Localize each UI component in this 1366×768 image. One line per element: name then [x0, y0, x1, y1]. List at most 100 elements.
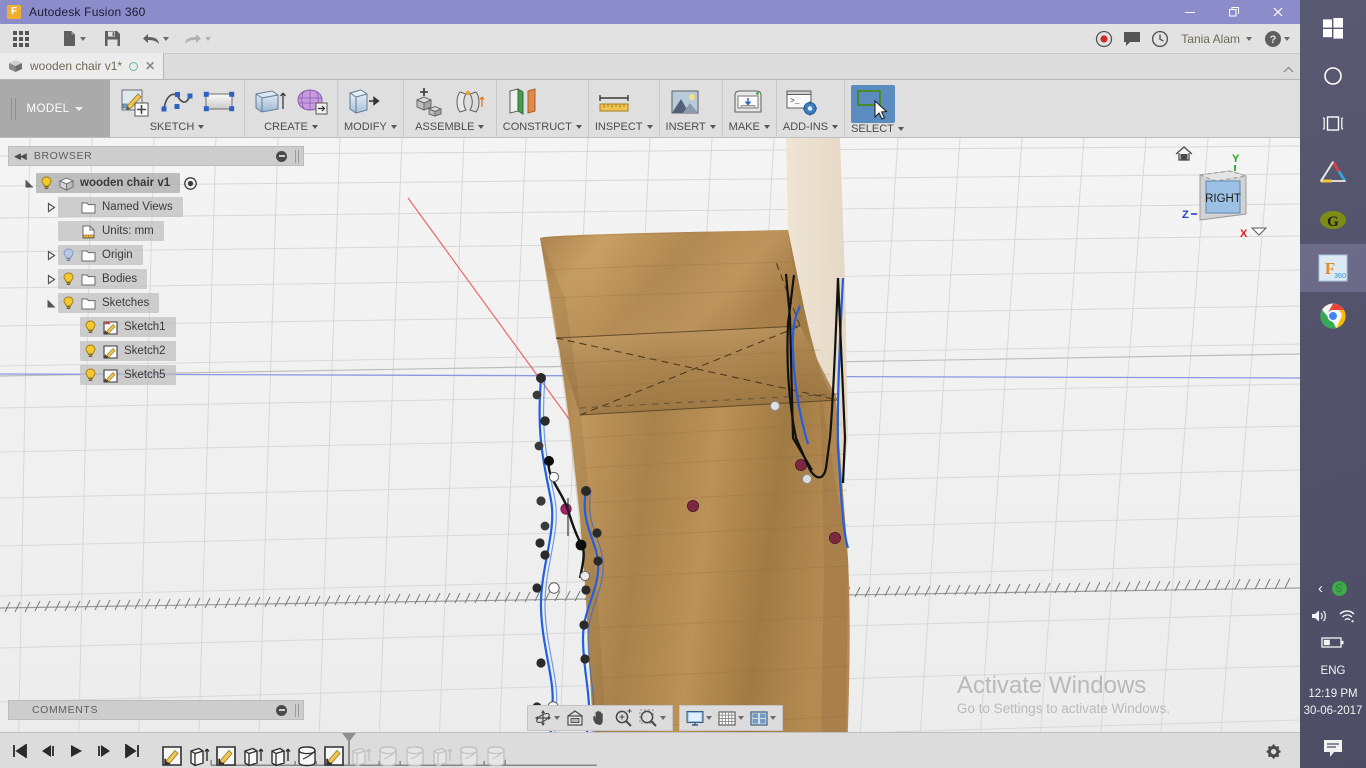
sidebar-item-sketch5[interactable]: Sketch5: [8, 363, 304, 387]
sidebar-item-sketches[interactable]: Sketches: [8, 291, 304, 315]
comment-button[interactable]: [1119, 26, 1145, 52]
ribbon-group-label-insert[interactable]: INSERT: [666, 119, 716, 135]
add-comment-icon[interactable]: [276, 704, 287, 716]
save-button[interactable]: [100, 26, 125, 52]
display-settings-icon[interactable]: [683, 706, 715, 730]
ribbon-group-label-modify[interactable]: MODIFY: [344, 119, 397, 135]
expand-triangle-closed-icon[interactable]: [44, 273, 58, 285]
ribbon-group-label-create[interactable]: CREATE: [251, 119, 331, 135]
3d-viewport[interactable]: ◀◀ BROWSER wooden chair v1 Named Views Uni…: [0, 138, 1300, 768]
expand-triangle-open-icon[interactable]: [22, 178, 36, 189]
account-menu[interactable]: Tania Alam: [1175, 32, 1258, 46]
sidebar-item-bodies[interactable]: Bodies: [8, 267, 304, 291]
language-indicator[interactable]: ENG: [1300, 655, 1366, 680]
new-file-button[interactable]: [58, 26, 90, 52]
look-at-icon[interactable]: [563, 706, 587, 730]
taskbar-start-button[interactable]: [1300, 4, 1366, 52]
panel-minimize-icon[interactable]: [276, 150, 287, 162]
collapse-icon[interactable]: ◀◀: [14, 151, 27, 162]
sidebar-item-sketch2[interactable]: Sketch2: [8, 339, 304, 363]
taskbar-cortana-button[interactable]: [1300, 52, 1366, 100]
panel-grip[interactable]: [294, 703, 300, 717]
close-button[interactable]: [1256, 0, 1300, 24]
ribbon-group-label-sketch[interactable]: SKETCH: [116, 119, 238, 135]
taskbar-autodesk-item[interactable]: [1300, 148, 1366, 196]
insert-image-icon[interactable]: [666, 85, 704, 119]
pan-icon[interactable]: [587, 706, 611, 730]
skype-icon[interactable]: S: [1331, 580, 1348, 597]
new-component-icon[interactable]: [410, 85, 448, 119]
battery-icon[interactable]: [1321, 636, 1345, 649]
orbit-icon[interactable]: [531, 706, 563, 730]
zoom-icon[interactable]: [611, 706, 636, 730]
rectangle-icon[interactable]: [200, 85, 238, 119]
tree-row-content[interactable]: Sketch5: [80, 365, 176, 385]
measure-icon[interactable]: [595, 85, 633, 119]
extrude-icon[interactable]: [251, 85, 289, 119]
light-bulb-icon[interactable]: [40, 176, 53, 190]
timeline-first-button[interactable]: [12, 743, 28, 759]
document-tab[interactable]: wooden chair v1* ✕: [0, 53, 165, 79]
viewports-icon[interactable]: [747, 706, 779, 730]
tree-row-content[interactable]: Sketches: [58, 293, 160, 313]
sidebar-item-units[interactable]: Units: mm: [8, 219, 304, 243]
timeline-feature-loft[interactable]: [403, 744, 427, 768]
timeline-feature-sketch[interactable]: [160, 744, 184, 768]
tree-row-content[interactable]: wooden chair v1: [36, 173, 181, 193]
undo-button[interactable]: [137, 26, 173, 52]
select-window-icon[interactable]: [851, 85, 896, 123]
timeline-play-button[interactable]: [68, 743, 84, 759]
light-bulb-icon[interactable]: [62, 272, 75, 286]
timeline-previous-button[interactable]: [40, 743, 56, 759]
timeline-next-button[interactable]: [96, 743, 112, 759]
timeline-feature-loft[interactable]: [457, 744, 481, 768]
tree-row-content[interactable]: Origin: [58, 245, 143, 265]
sidebar-item-origin[interactable]: Origin: [8, 243, 304, 267]
ribbon-group-label-inspect[interactable]: INSPECT: [595, 119, 653, 135]
timeline-feature-extrude[interactable]: [268, 744, 292, 768]
help-button[interactable]: ?: [1260, 26, 1294, 52]
minimize-button[interactable]: [1168, 0, 1212, 24]
timeline-feature-extrude[interactable]: [187, 744, 211, 768]
redo-button[interactable]: [179, 26, 215, 52]
ribbon-group-label-construct[interactable]: CONSTRUCT: [503, 119, 582, 135]
press-pull-icon[interactable]: [344, 85, 382, 119]
expand-triangle-closed-icon[interactable]: [44, 249, 58, 261]
taskbar-fusion-item[interactable]: F 360: [1300, 244, 1366, 292]
screencast-record-button[interactable]: [1091, 26, 1117, 52]
ribbon-group-label-assemble[interactable]: ASSEMBLE: [410, 119, 490, 135]
timeline-feature-loft[interactable]: [376, 744, 400, 768]
timeline-feature-extrude[interactable]: [241, 744, 265, 768]
workspace-selector[interactable]: MODEL: [0, 80, 110, 137]
ribbon-group-label-make[interactable]: MAKE: [729, 119, 770, 135]
3d-print-icon[interactable]: [729, 85, 767, 119]
maximize-button[interactable]: [1212, 0, 1256, 24]
action-center-button[interactable]: [1300, 728, 1366, 768]
timeline-feature-loft[interactable]: [484, 744, 508, 768]
tree-row-content[interactable]: Named Views: [58, 197, 183, 217]
close-icon[interactable]: ✕: [145, 60, 155, 72]
tree-row-content[interactable]: Sketch1: [80, 317, 176, 337]
ribbon-group-label-select[interactable]: SELECT: [851, 123, 904, 135]
history-button[interactable]: [1147, 26, 1173, 52]
joint-icon[interactable]: [452, 85, 490, 119]
scripts-addins-icon[interactable]: >_: [783, 85, 821, 119]
app-grid-icon[interactable]: [8, 26, 34, 52]
timeline-feature-loft[interactable]: [295, 744, 319, 768]
volume-icon[interactable]: [1310, 608, 1329, 624]
expand-triangle-closed-icon[interactable]: [44, 201, 58, 213]
display-state-icon[interactable]: [184, 176, 197, 190]
zoom-window-icon[interactable]: [636, 706, 669, 730]
timeline-last-button[interactable]: [124, 743, 140, 759]
sidebar-item-root[interactable]: wooden chair v1: [8, 171, 304, 195]
taskbar-taskview-button[interactable]: [1300, 100, 1366, 148]
grid-snaps-icon[interactable]: [715, 706, 747, 730]
tree-row-content[interactable]: Bodies: [58, 269, 148, 289]
tree-row-content[interactable]: Sketch2: [80, 341, 176, 361]
clock[interactable]: 12:19 PM 30-06-2017: [1300, 680, 1366, 728]
light-bulb-icon[interactable]: [84, 368, 97, 382]
timeline-feature-sketch[interactable]: [214, 744, 238, 768]
wifi-icon[interactable]: [1337, 608, 1356, 624]
timeline-settings-button[interactable]: [1264, 742, 1282, 760]
create-form-icon[interactable]: [293, 85, 331, 119]
